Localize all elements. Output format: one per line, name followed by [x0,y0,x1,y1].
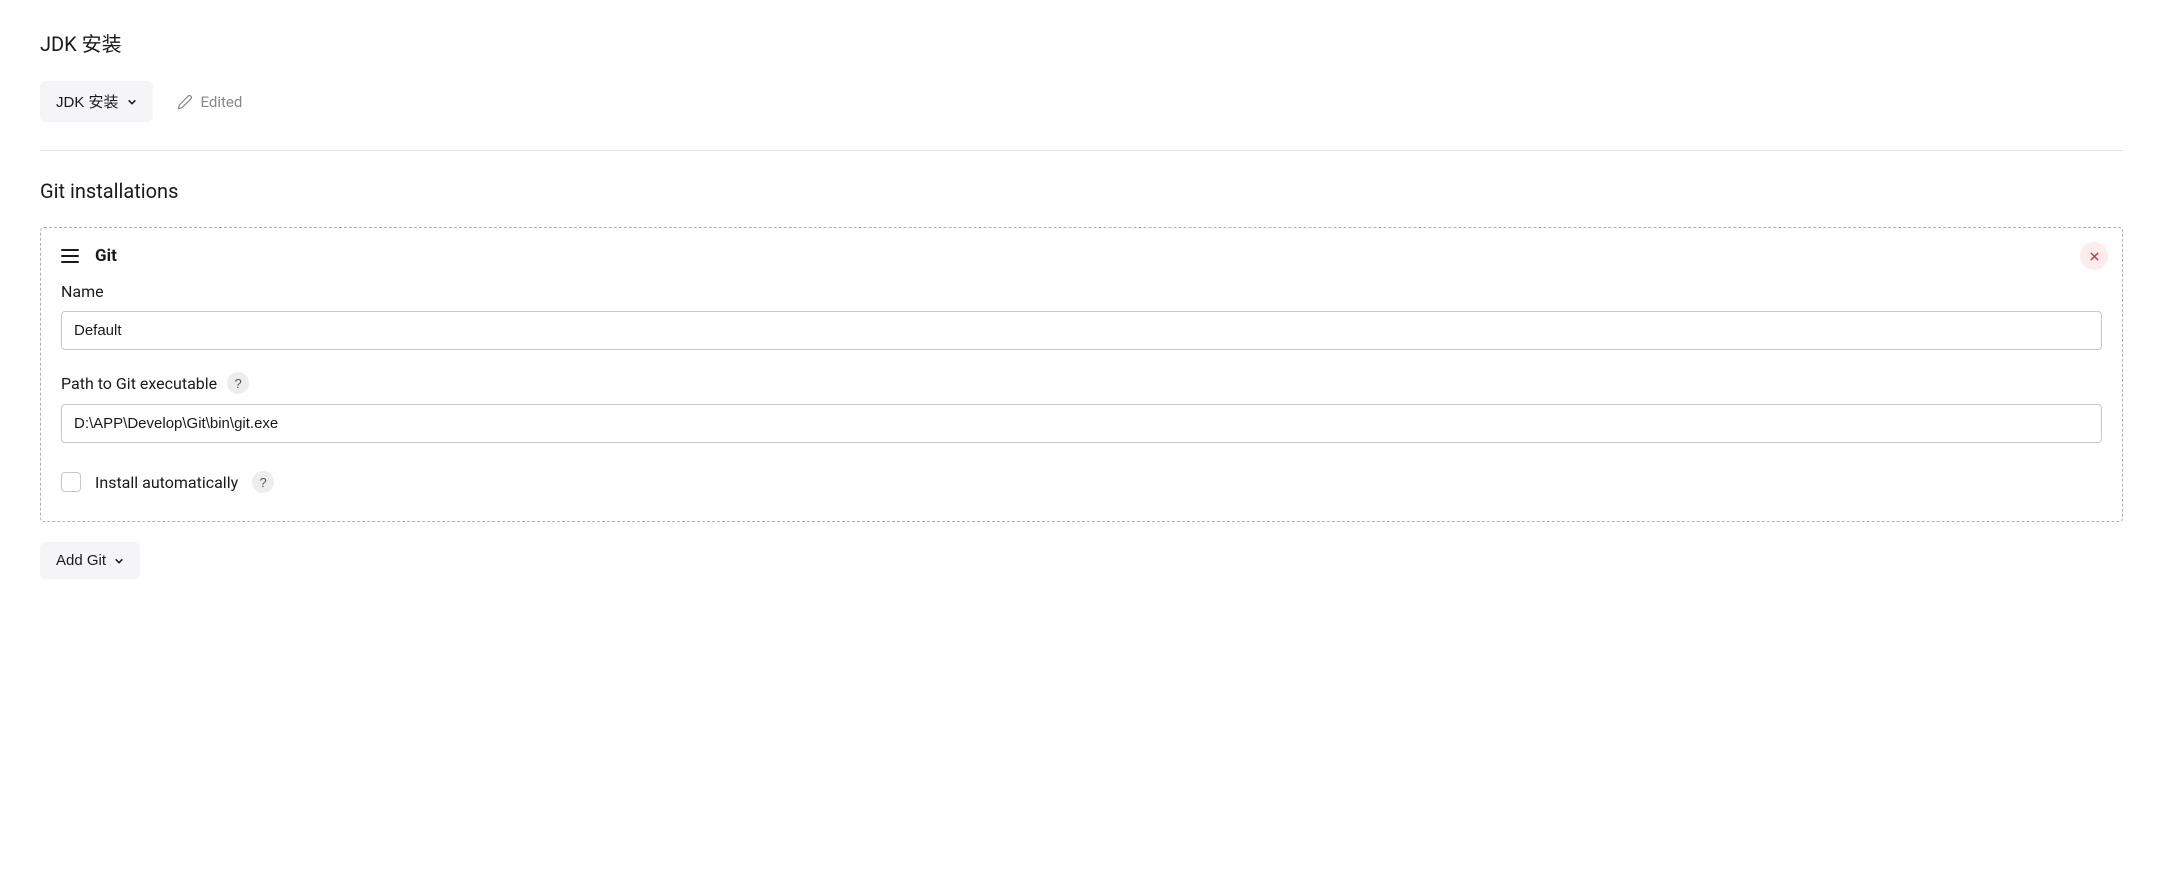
jdk-dropdown-label: JDK 安装 [56,91,119,112]
git-path-label: Path to Git executable ? [61,372,2102,394]
install-auto-row: Install automatically ? [61,471,2102,493]
jdk-dropdown-button[interactable]: JDK 安装 [40,81,153,122]
chevron-down-icon [114,556,124,566]
jdk-toolbar: JDK 安装 Edited [40,81,2123,122]
edited-badge: Edited [177,93,243,111]
install-auto-help-button[interactable]: ? [252,471,274,493]
git-name-input[interactable] [61,311,2102,350]
git-panel-header: Git [61,246,2102,266]
remove-git-button[interactable] [2080,242,2108,270]
section-divider [40,150,2123,151]
git-section-title: Git installations [40,179,2123,203]
install-auto-label: Install automatically [95,473,238,492]
pencil-icon [177,94,193,110]
add-git-button[interactable]: Add Git [40,542,140,579]
chevron-down-icon [127,97,137,107]
git-name-label: Name [61,282,2102,301]
git-installation-panel: Git Name Path to Git executable ? Instal… [40,227,2123,522]
close-icon [2089,251,2100,262]
edited-label: Edited [201,93,243,111]
git-path-help-button[interactable]: ? [227,372,249,394]
drag-handle-icon[interactable] [61,249,79,263]
install-auto-checkbox[interactable] [61,472,81,492]
git-panel-title: Git [95,246,117,266]
add-git-label: Add Git [56,552,106,569]
jdk-section-title: JDK 安装 [40,28,2123,57]
git-path-input[interactable] [61,404,2102,443]
